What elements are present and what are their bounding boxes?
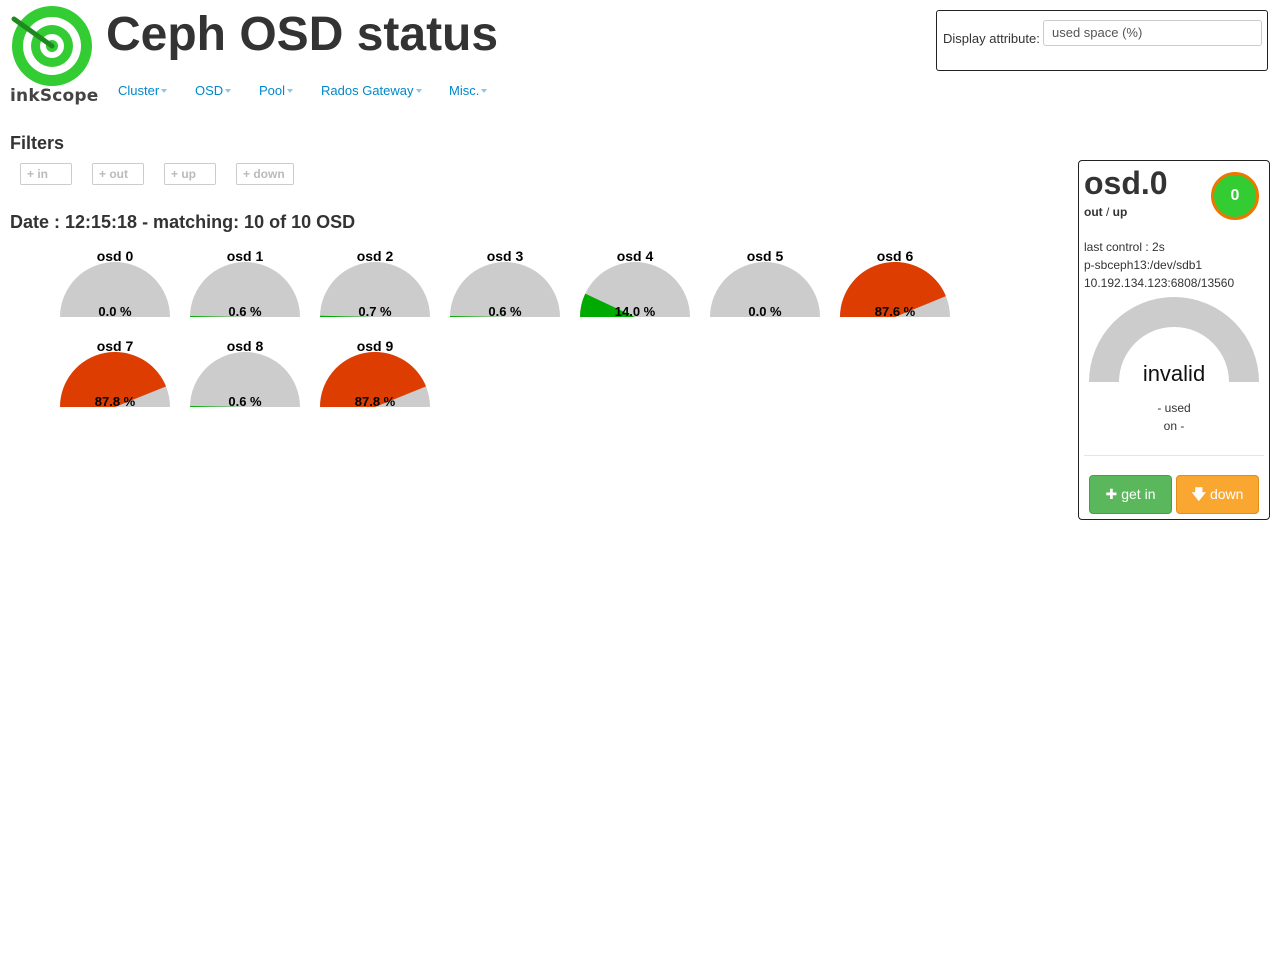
nav-rados-gateway-label: Rados Gateway [321,83,414,98]
display-attribute-select[interactable]: used space (%) [1043,20,1262,46]
osd-gauge-value: 87.8 % [94,394,136,409]
filters-title: Filters [10,133,65,153]
osd-gauge[interactable]: osd 6 87.6 % [840,248,950,328]
nav-cluster[interactable]: Cluster [118,83,168,98]
osd-gauge-value: 0.6 % [228,304,262,319]
osd-gauge[interactable]: osd 1 0.6 % [190,248,300,328]
get-in-button[interactable]: ✚ get in [1089,475,1172,514]
page-title: Ceph OSD status [106,8,499,61]
nav-osd-label: OSD [195,83,224,98]
osd-status-badge: 0 [1211,172,1259,220]
osd-gauge[interactable]: osd 9 87.8 % [320,338,430,418]
detail-used: - used [1157,401,1191,415]
chevron-down-icon [225,89,232,93]
osd-device: p-sbceph13:/dev/sdb1 [1084,258,1203,272]
osd-gauge-value: 87.6 % [874,304,916,319]
last-control: last control : 2s [1084,240,1165,254]
nav-rados-gateway[interactable]: Rados Gateway [321,83,422,98]
nav-osd[interactable]: OSD [195,83,232,98]
osd-state-out: out [1084,205,1103,219]
inkscope-logo[interactable]: inkScope [10,4,98,108]
nav-misc[interactable]: Misc. [449,83,488,98]
osd-address: 10.192.134.123:6808/13560 [1084,276,1235,290]
osd-gauge-value: 0.0 % [748,304,782,319]
detail-on: on - [1163,419,1185,433]
filter-out-button[interactable]: + out [92,163,144,185]
filter-in-button[interactable]: + in [20,163,72,185]
nav-cluster-label: Cluster [118,83,160,98]
display-attribute-label: Display attribute: [943,31,1040,46]
osd-gauge-value: 14.0 % [614,304,656,319]
osd-detail-name: osd.0 [1084,165,1168,201]
osd-gauge[interactable]: osd 8 0.6 % [190,338,300,418]
osd-gauge[interactable]: osd 0 0.0 % [60,248,170,328]
target-logo-icon [11,6,92,86]
osd-gauge-value: 0.6 % [488,304,522,319]
osd-gauge-value: 0.6 % [228,394,262,409]
osd-state-separator: / [1102,205,1113,219]
osd-gauge[interactable]: osd 3 0.6 % [450,248,560,328]
chevron-down-icon [481,89,488,93]
filter-down-button[interactable]: + down [236,163,294,185]
nav-pool[interactable]: Pool [259,83,294,98]
down-button[interactable]: 🡇 down [1176,475,1259,514]
osd-gauge[interactable]: osd 7 87.8 % [60,338,170,418]
osd-detail-state: out / up [1084,205,1127,219]
chevron-down-icon [415,89,422,93]
nav-misc-label: Misc. [449,83,480,98]
osd-gauge[interactable]: osd 5 0.0 % [710,248,820,328]
filter-up-button[interactable]: + up [164,163,216,185]
chevron-down-icon [161,89,168,93]
osd-detail-panel: osd.0 out / up 0 last control : 2s p-sbc… [1078,160,1270,520]
arrow-down-icon: 🡇 [1191,486,1206,502]
osd-gauge-value: 0.7 % [358,304,392,319]
osd-gauge-value: 87.8 % [354,394,396,409]
osd-gauge[interactable]: osd 2 0.7 % [320,248,430,328]
plus-icon: ✚ [1105,486,1118,502]
logo-text: inkScope [10,86,99,106]
down-label: down [1209,486,1244,502]
osd-gauge-value: 0.0 % [98,304,132,319]
osd-gauge[interactable]: osd 4 14.0 % [580,248,690,328]
get-in-label: get in [1121,486,1156,502]
divider [1084,455,1264,456]
chevron-down-icon [287,89,294,93]
osd-state-up: up [1112,205,1128,219]
display-attribute-panel: Display attribute: used space (%) [936,10,1268,71]
detail-gauge-value: invalid [1142,361,1206,386]
nav-pool-label: Pool [259,83,286,98]
date-status-line: Date : 12:15:18 - matching: 10 of 10 OSD [10,212,356,232]
